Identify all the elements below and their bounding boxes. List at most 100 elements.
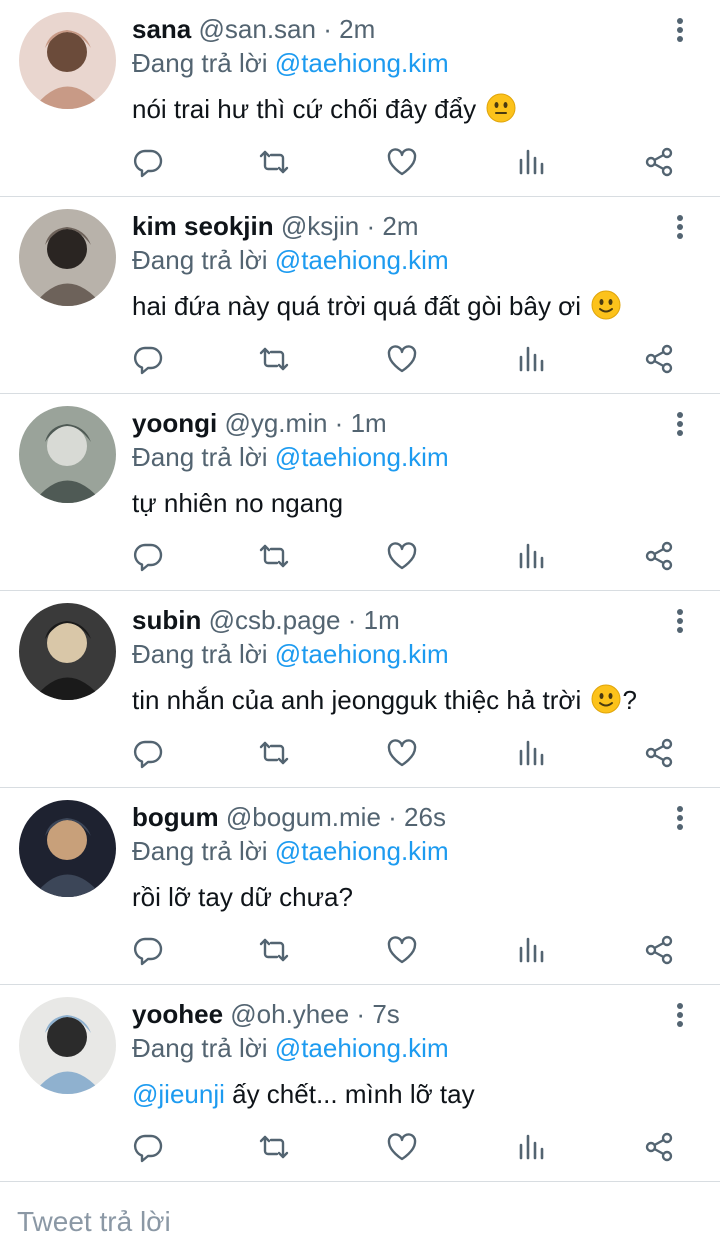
more-icon[interactable] [670, 1003, 690, 1029]
retweet-icon[interactable] [258, 146, 290, 178]
retweet-icon[interactable] [258, 540, 290, 572]
avatar[interactable] [19, 800, 116, 897]
tweet-text: hai đứa này quá trời quá đất gòi bây ơi [132, 289, 660, 323]
display-name[interactable]: kim seokjin [132, 211, 274, 241]
reply-content: kim seokjin @ksjin · 2m Đang trả lời @tae… [132, 209, 660, 323]
more-icon[interactable] [670, 806, 690, 832]
views-icon[interactable] [516, 146, 548, 178]
display-name[interactable]: subin [132, 605, 201, 635]
like-icon[interactable] [386, 1131, 418, 1163]
more-icon[interactable] [670, 18, 690, 44]
reply-tweet[interactable]: yoohee @oh.yhee · 7s Đang trả lời @taehio… [0, 985, 720, 1182]
reply-input[interactable] [17, 1202, 617, 1242]
reply-icon[interactable] [132, 934, 164, 966]
display-name[interactable]: bogum [132, 802, 219, 832]
share-icon[interactable] [643, 540, 675, 572]
more-icon[interactable] [670, 609, 690, 635]
views-icon[interactable] [516, 540, 548, 572]
avatar[interactable] [19, 406, 116, 503]
reply-content: yoongi @yg.min · 1m Đang trả lời @taehion… [132, 406, 660, 520]
share-icon[interactable] [643, 934, 675, 966]
reply-meta: kim seokjin @ksjin · 2m [132, 209, 660, 243]
reply-tweet[interactable]: bogum @bogum.mie · 26s Đang trả lời @taeh… [0, 788, 720, 985]
timestamp[interactable]: 26s [404, 802, 446, 832]
reply-icon[interactable] [132, 737, 164, 769]
retweet-icon[interactable] [258, 934, 290, 966]
share-icon[interactable] [643, 737, 675, 769]
like-icon[interactable] [386, 343, 418, 375]
views-icon[interactable] [516, 737, 548, 769]
tweet-text: rồi lỡ tay dữ chưa? [132, 880, 660, 914]
tweet-trailing: ? [622, 685, 637, 715]
timestamp[interactable]: 1m [364, 605, 400, 635]
replying-to-mention[interactable]: @taehiong.kim [275, 442, 449, 472]
share-icon[interactable] [643, 1131, 675, 1163]
separator-dot: · [323, 14, 332, 44]
reply-tweet[interactable]: yoongi @yg.min · 1m Đang trả lời @taehion… [0, 394, 720, 591]
user-handle[interactable]: @ksjin [281, 211, 359, 241]
display-name[interactable]: yoongi [132, 408, 217, 438]
timestamp[interactable]: 2m [382, 211, 418, 241]
like-icon[interactable] [386, 737, 418, 769]
replying-prefix: Đang trả lời [132, 442, 268, 472]
timestamp[interactable]: 7s [372, 999, 399, 1029]
reply-tweet[interactable]: subin @csb.page · 1m Đang trả lời @taehio… [0, 591, 720, 788]
tweet-text: tự nhiên no ngang [132, 486, 660, 520]
timestamp[interactable]: 2m [339, 14, 375, 44]
reply-icon[interactable] [132, 343, 164, 375]
tweet-text: @jieunji ấy chết... mình lỡ tay [132, 1077, 660, 1111]
more-icon[interactable] [670, 215, 690, 241]
reply-icon[interactable] [132, 1131, 164, 1163]
tweet-body: tự nhiên no ngang [132, 488, 344, 518]
like-icon[interactable] [386, 934, 418, 966]
tweet-body: nói trai hư thì cứ chối đây đẩy [132, 94, 477, 124]
user-handle[interactable]: @csb.page [209, 605, 341, 635]
reply-tweet[interactable]: kim seokjin @ksjin · 2m Đang trả lời @tae… [0, 197, 720, 394]
views-icon[interactable] [516, 934, 548, 966]
replying-to-mention[interactable]: @taehiong.kim [275, 1033, 449, 1063]
retweet-icon[interactable] [258, 343, 290, 375]
avatar[interactable] [19, 209, 116, 306]
tweet-mention[interactable]: @jieunji [132, 1079, 225, 1109]
reply-meta: bogum @bogum.mie · 26s [132, 800, 660, 834]
replying-to-mention[interactable]: @taehiong.kim [275, 639, 449, 669]
like-icon[interactable] [386, 146, 418, 178]
replying-prefix: Đang trả lời [132, 245, 268, 275]
reply-icon[interactable] [132, 146, 164, 178]
reply-composer[interactable] [0, 1186, 720, 1258]
replying-prefix: Đang trả lời [132, 639, 268, 669]
reply-tweet[interactable]: sana @san.san · 2m Đang trả lời @taehiong… [0, 0, 720, 197]
user-handle[interactable]: @yg.min [224, 408, 327, 438]
retweet-icon[interactable] [258, 1131, 290, 1163]
more-icon[interactable] [670, 412, 690, 438]
reply-content: sana @san.san · 2m Đang trả lời @taehiong… [132, 12, 660, 126]
user-handle[interactable]: @bogum.mie [226, 802, 381, 832]
retweet-icon[interactable] [258, 737, 290, 769]
avatar[interactable] [19, 603, 116, 700]
replying-to: Đang trả lời @taehiong.kim [132, 637, 660, 671]
tweet-actions [0, 540, 720, 574]
replying-to-mention[interactable]: @taehiong.kim [275, 245, 449, 275]
like-icon[interactable] [386, 540, 418, 572]
reply-icon[interactable] [132, 540, 164, 572]
reply-meta: subin @csb.page · 1m [132, 603, 660, 637]
reply-meta: sana @san.san · 2m [132, 12, 660, 46]
user-handle[interactable]: @oh.yhee [230, 999, 349, 1029]
timestamp[interactable]: 1m [351, 408, 387, 438]
share-icon[interactable] [643, 343, 675, 375]
reply-content: subin @csb.page · 1m Đang trả lời @taehio… [132, 603, 660, 717]
replying-to-mention[interactable]: @taehiong.kim [275, 48, 449, 78]
avatar[interactable] [19, 12, 116, 109]
display-name[interactable]: sana [132, 14, 191, 44]
views-icon[interactable] [516, 1131, 548, 1163]
display-name[interactable]: yoohee [132, 999, 223, 1029]
share-icon[interactable] [643, 146, 675, 178]
avatar[interactable] [19, 997, 116, 1094]
views-icon[interactable] [516, 343, 548, 375]
replies-feed: sana @san.san · 2m Đang trả lời @taehiong… [0, 0, 720, 1182]
replying-to-mention[interactable]: @taehiong.kim [275, 836, 449, 866]
tweet-actions [0, 737, 720, 771]
separator-dot: · [347, 605, 357, 635]
user-handle[interactable]: @san.san [199, 14, 316, 44]
tweet-text: tin nhắn của anh jeongguk thiệc hả trời … [132, 683, 660, 717]
